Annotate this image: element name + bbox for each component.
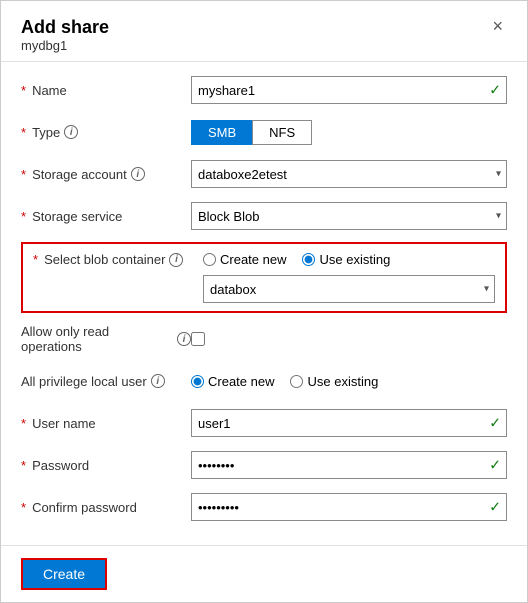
blob-container-section: * Select blob container i Create new Use… (21, 242, 507, 313)
create-button[interactable]: Create (21, 558, 107, 590)
name-control: ✓ (191, 76, 507, 104)
name-checkmark: ✓ (489, 82, 501, 99)
blob-use-existing-option[interactable]: Use existing (302, 252, 390, 267)
storage-account-info-icon: i (131, 167, 145, 181)
confirm-password-checkmark: ✓ (489, 499, 501, 516)
blob-container-row: * Select blob container i Create new Use… (33, 252, 495, 267)
name-row: * Name ✓ (21, 74, 507, 106)
required-star-type: * (21, 125, 26, 140)
storage-account-control: databoxe2etest ▾ (191, 160, 507, 188)
type-toggle: SMB NFS (191, 120, 507, 145)
allow-read-label: Allow only read operations i (21, 324, 191, 354)
username-input[interactable] (191, 409, 507, 437)
blob-dropdown-select[interactable]: databox (203, 275, 495, 303)
blob-container-info-icon: i (169, 253, 183, 267)
storage-account-select[interactable]: databoxe2etest (191, 160, 507, 188)
privilege-use-existing-option[interactable]: Use existing (290, 374, 378, 389)
dialog-body: * Name ✓ * Type i SMB NFS (1, 62, 527, 545)
dialog-header: Add share mydbg1 × (1, 1, 527, 62)
privilege-user-label: All privilege local user i (21, 374, 191, 389)
storage-account-row: * Storage account i databoxe2etest ▾ (21, 158, 507, 190)
privilege-create-new-radio[interactable] (191, 375, 204, 388)
privilege-use-existing-radio[interactable] (290, 375, 303, 388)
name-input[interactable] (191, 76, 507, 104)
username-control: ✓ (191, 409, 507, 437)
name-input-wrapper: ✓ (191, 76, 507, 104)
required-star-un: * (21, 416, 26, 431)
password-label: * Password (21, 458, 191, 473)
allow-read-control (191, 332, 507, 346)
username-input-wrapper: ✓ (191, 409, 507, 437)
type-info-icon: i (64, 125, 78, 139)
add-share-dialog: Add share mydbg1 × * Name ✓ * Type (0, 0, 528, 603)
type-label: * Type i (21, 125, 191, 140)
dialog-title-block: Add share mydbg1 (21, 17, 109, 53)
name-label: * Name (21, 83, 191, 98)
dialog-title: Add share (21, 17, 109, 38)
storage-service-select[interactable]: Block Blob (191, 202, 507, 230)
dialog-subtitle: mydbg1 (21, 38, 109, 53)
required-star-ss: * (21, 209, 26, 224)
required-star-sa: * (21, 167, 26, 182)
password-input-wrapper: ✓ (191, 451, 507, 479)
dialog-footer: Create (1, 545, 527, 602)
required-star: * (21, 83, 26, 98)
privilege-user-row: All privilege local user i Create new Us… (21, 365, 507, 397)
allow-read-row: Allow only read operations i (21, 323, 507, 355)
smb-button[interactable]: SMB (191, 120, 252, 145)
required-star-bc: * (33, 252, 38, 267)
confirm-password-row: * Confirm password ✓ (21, 491, 507, 523)
privilege-radio-group: Create new Use existing (191, 374, 507, 389)
blob-dropdown-row: databox ▾ (33, 275, 495, 303)
confirm-password-input-wrapper: ✓ (191, 493, 507, 521)
type-toggle-group: SMB NFS (191, 120, 507, 145)
username-label: * User name (21, 416, 191, 431)
allow-read-checkbox[interactable] (191, 332, 205, 346)
blob-create-new-option[interactable]: Create new (203, 252, 286, 267)
storage-account-label: * Storage account i (21, 167, 191, 182)
required-star-pw: * (21, 458, 26, 473)
storage-service-control: Block Blob ▾ (191, 202, 507, 230)
blob-container-label: * Select blob container i (33, 252, 203, 267)
confirm-password-control: ✓ (191, 493, 507, 521)
confirm-password-input[interactable] (191, 493, 507, 521)
storage-service-select-wrapper: Block Blob ▾ (191, 202, 507, 230)
storage-service-label: * Storage service (21, 209, 191, 224)
password-control: ✓ (191, 451, 507, 479)
blob-create-new-radio[interactable] (203, 253, 216, 266)
blob-radio-group: Create new Use existing (203, 252, 495, 267)
storage-service-row: * Storage service Block Blob ▾ (21, 200, 507, 232)
type-row: * Type i SMB NFS (21, 116, 507, 148)
privilege-user-info-icon: i (151, 374, 165, 388)
password-input[interactable] (191, 451, 507, 479)
password-row: * Password ✓ (21, 449, 507, 481)
storage-account-select-wrapper: databoxe2etest ▾ (191, 160, 507, 188)
blob-dropdown-wrapper: databox ▾ (203, 275, 495, 303)
nfs-button[interactable]: NFS (252, 120, 312, 145)
privilege-create-new-option[interactable]: Create new (191, 374, 274, 389)
username-checkmark: ✓ (489, 415, 501, 432)
allow-read-info-icon: i (177, 332, 191, 346)
confirm-password-label: * Confirm password (21, 500, 191, 515)
required-star-cpw: * (21, 500, 26, 515)
password-checkmark: ✓ (489, 457, 501, 474)
blob-use-existing-radio[interactable] (302, 253, 315, 266)
username-row: * User name ✓ (21, 407, 507, 439)
close-button[interactable]: × (488, 17, 507, 35)
